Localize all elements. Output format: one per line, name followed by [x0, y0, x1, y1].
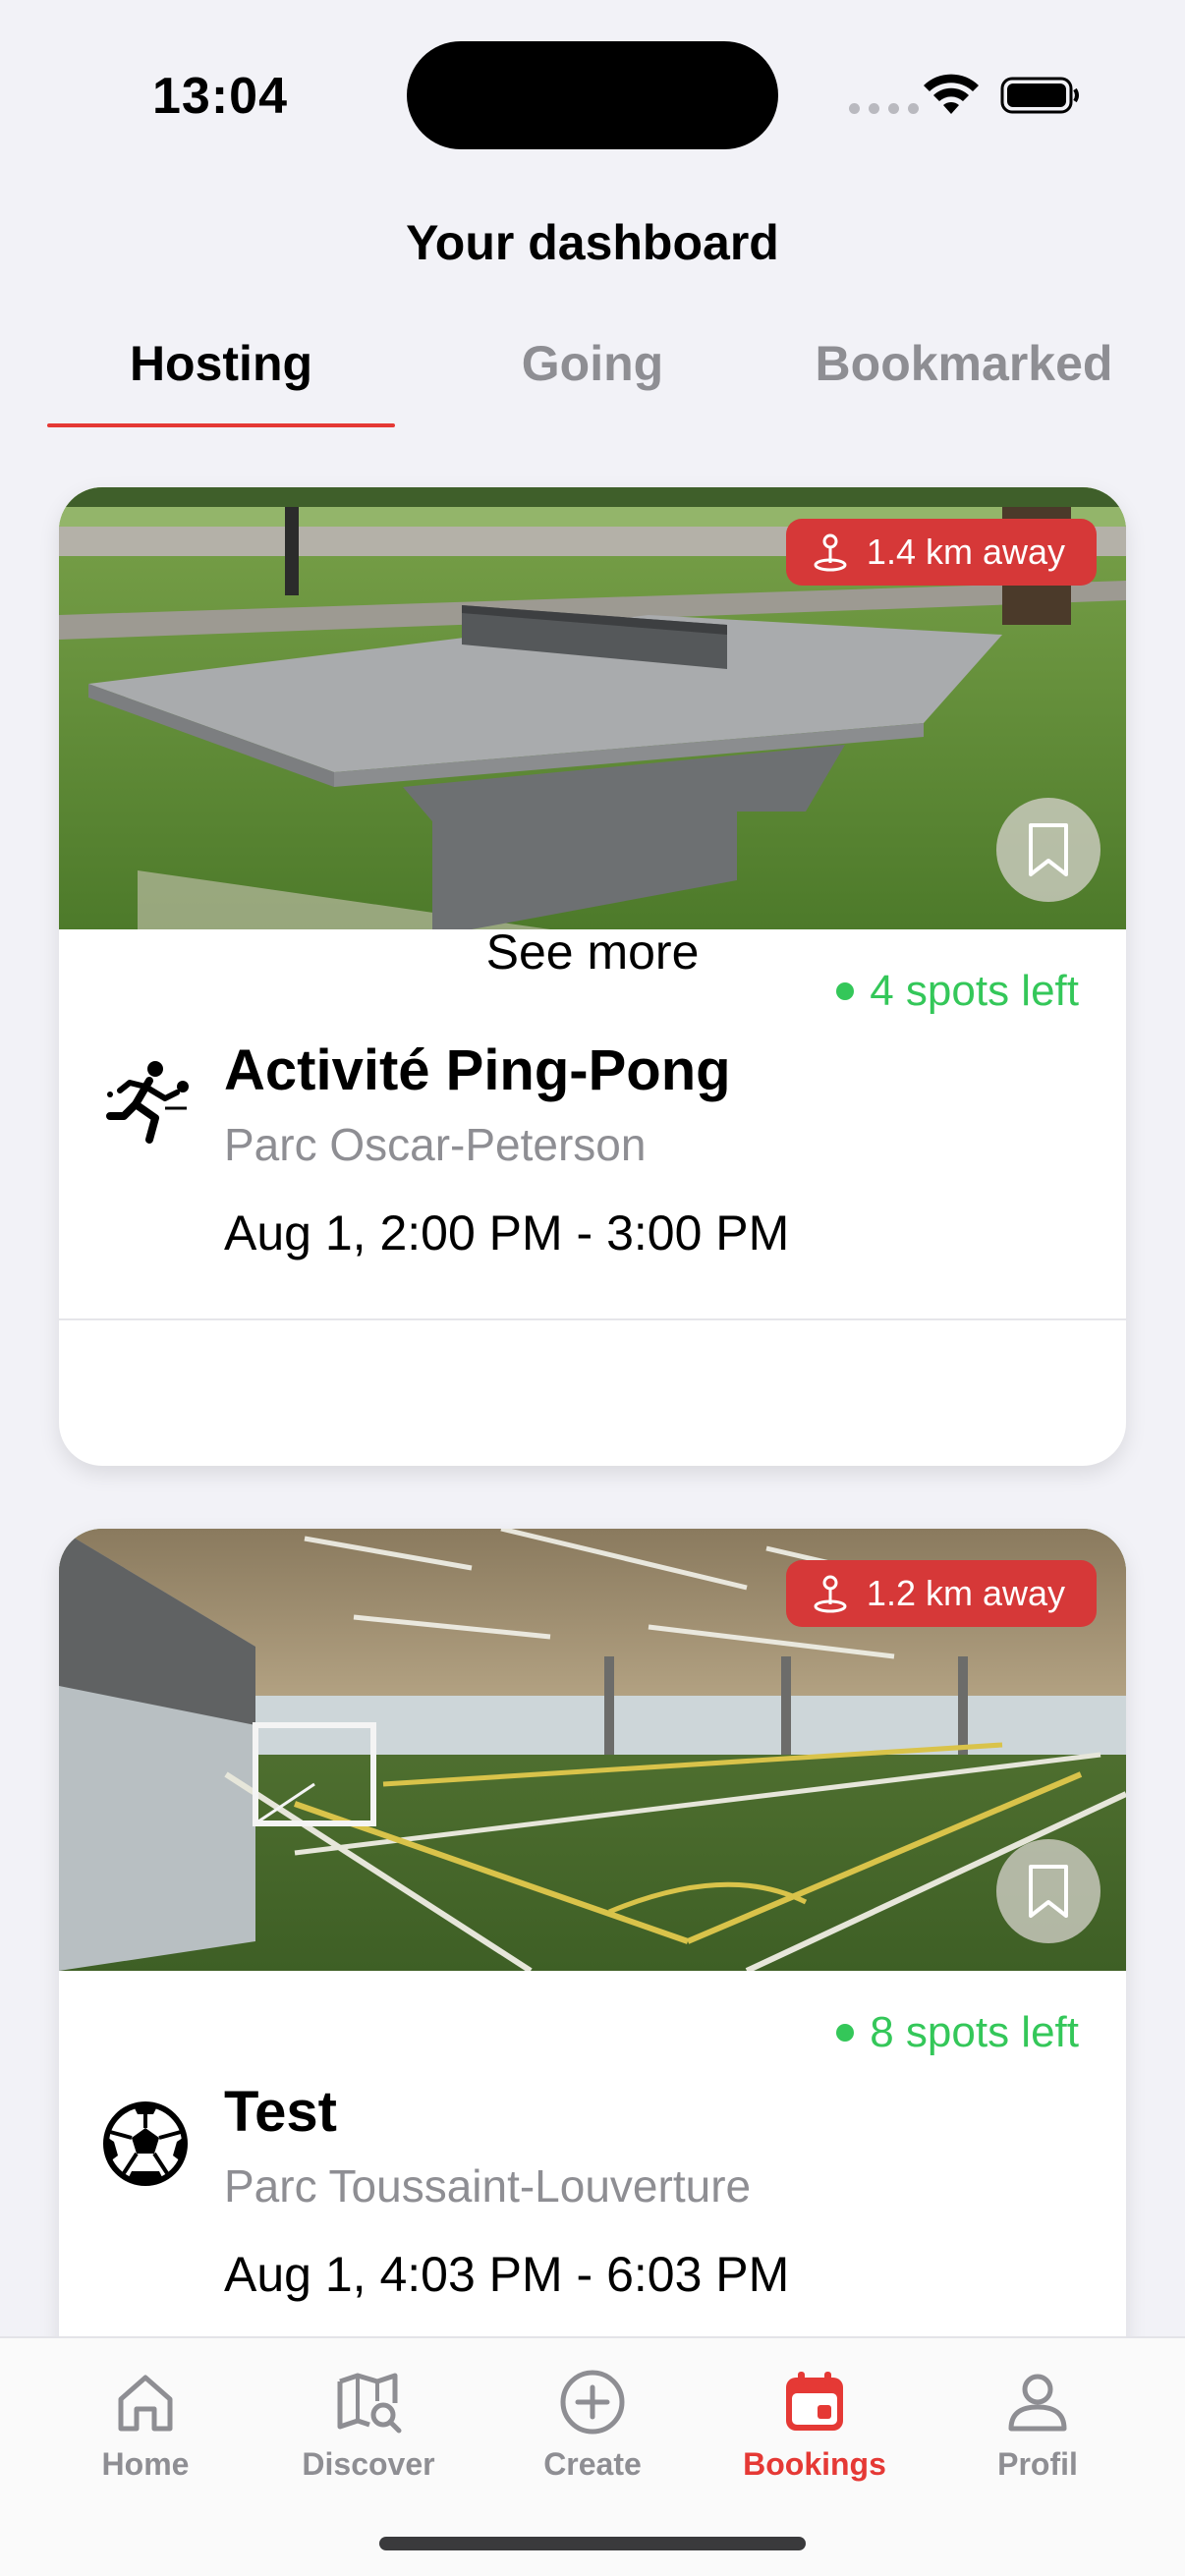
tab-bar-label: Home — [101, 2446, 190, 2482]
map-search-icon — [337, 2373, 402, 2434]
status-time: 13:04 — [152, 68, 288, 125]
event-title: Activité Ping-Pong — [224, 1038, 731, 1102]
person-icon — [1008, 2374, 1067, 2432]
page-title: Your dashboard — [406, 215, 779, 270]
distance-text: 1.4 km away — [866, 532, 1065, 572]
wifi-icon — [924, 74, 979, 114]
home-indicator — [379, 2537, 806, 2550]
tab-bar-label: Discover — [302, 2446, 435, 2482]
tab-bar-home[interactable]: Home — [47, 2368, 244, 2515]
see-more-button[interactable]: See more — [59, 878, 1126, 1026]
event-card[interactable]: 1.2 km away 8 spots left Test Parc Touss… — [59, 1529, 1126, 2413]
bookmark-icon — [1029, 823, 1068, 876]
event-card[interactable]: 1.4 km away 4 spots left Activité Ping-P… — [59, 487, 1126, 1466]
location-pin-icon — [814, 533, 847, 572]
tab-bar-discover[interactable]: Discover — [270, 2368, 467, 2515]
availability-dot — [836, 2024, 855, 2042]
house-icon — [118, 2375, 173, 2432]
tab-bar-create[interactable]: Create — [494, 2368, 691, 2515]
distance-badge: 1.2 km away — [785, 1560, 1097, 1627]
battery-icon — [1000, 77, 1079, 114]
bookmark-button[interactable] — [996, 1839, 1100, 1943]
event-title: Test — [224, 2080, 337, 2144]
ping-pong-player-icon — [106, 1061, 189, 1144]
event-time: Aug 1, 4:03 PM - 6:03 PM — [224, 2247, 790, 2302]
tab-bar-profil[interactable]: Profil — [939, 2368, 1136, 2515]
distance-text: 1.2 km away — [866, 1573, 1065, 1613]
distance-badge: 1.4 km away — [785, 519, 1097, 586]
dynamic-island — [407, 41, 778, 149]
plus-circle-icon — [560, 2370, 625, 2435]
soccer-ball-icon — [103, 2101, 188, 2186]
event-photo: 1.4 km away — [59, 487, 1126, 929]
event-location: Parc Oscar-Peterson — [224, 1119, 647, 1170]
location-pin-icon — [814, 1575, 847, 1613]
calendar-icon — [786, 2372, 843, 2431]
tab-bar-label: Bookings — [743, 2446, 886, 2482]
spots-left-text: 8 spots left — [870, 2008, 1079, 2056]
bookmark-icon — [1029, 1865, 1068, 1918]
event-details: 8 spots left Test Parc Toussaint-Louvert… — [59, 1971, 1126, 2364]
tab-hosting[interactable]: Hosting — [35, 324, 407, 432]
event-photo: 1.2 km away — [59, 1529, 1126, 1971]
spots-left-badge: 8 spots left — [836, 2008, 1079, 2057]
divider — [59, 1318, 1126, 1320]
status-bar: 13:04 — [0, 0, 1185, 187]
cellular-signal-icon — [849, 103, 919, 114]
tab-bookmarked[interactable]: Bookmarked — [778, 324, 1150, 432]
tab-bar-label: Create — [543, 2446, 642, 2482]
event-time: Aug 1, 2:00 PM - 3:00 PM — [224, 1205, 790, 1260]
tab-bar-label: Profil — [997, 2446, 1078, 2482]
tab-going[interactable]: Going — [407, 324, 778, 432]
tab-bar-bookings[interactable]: Bookings — [716, 2368, 913, 2515]
dashboard-tabs: Hosting Going Bookmarked — [0, 324, 1185, 432]
event-location: Parc Toussaint-Louverture — [224, 2160, 752, 2212]
active-tab-indicator — [47, 423, 395, 427]
